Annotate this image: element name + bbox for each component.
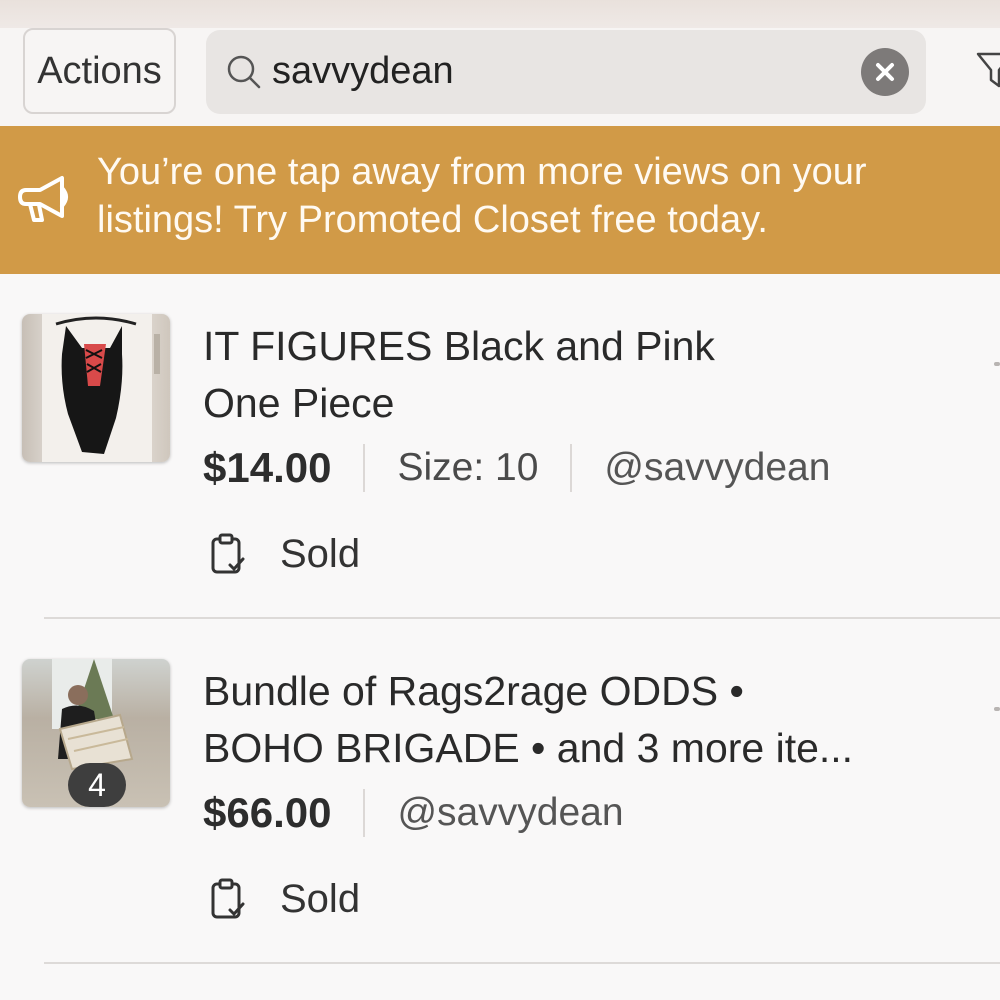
- seller-username[interactable]: @savvydean: [397, 791, 623, 835]
- close-icon: [876, 63, 894, 81]
- list-item[interactable]: IT FIGURES Black and Pink One Piece $14.…: [0, 274, 1000, 619]
- listing-status: Sold: [210, 528, 360, 580]
- actions-button[interactable]: Actions: [23, 28, 176, 114]
- listing-title-line-2: One Piece: [203, 380, 395, 426]
- filter-icon[interactable]: [975, 48, 1000, 92]
- clipboard-check-icon: [211, 878, 245, 919]
- search-icon: [227, 55, 261, 89]
- listing-thumbnail[interactable]: 4: [22, 659, 170, 807]
- listing-meta: $14.00 Size: 10 @savvydean: [203, 440, 830, 496]
- menu-edge-mark: [994, 362, 1000, 366]
- listing-title-line-1: IT FIGURES Black and Pink: [203, 323, 715, 369]
- divider: [363, 444, 366, 492]
- clipboard-check-icon: [211, 533, 245, 574]
- listing-price: $66.00: [203, 789, 332, 836]
- clear-search-button[interactable]: [861, 48, 909, 96]
- row-divider: [44, 962, 1000, 964]
- sold-status: Sold: [280, 531, 361, 576]
- listing-status: Sold: [210, 873, 360, 925]
- status-bar-strip: [0, 0, 1000, 28]
- sold-status: Sold: [280, 876, 361, 921]
- search-input[interactable]: savvydean: [272, 46, 454, 96]
- image-count-badge: 4: [68, 763, 126, 807]
- seller-username[interactable]: @savvydean: [604, 446, 830, 490]
- divider: [570, 444, 573, 492]
- megaphone-icon: [18, 176, 68, 222]
- top-toolbar: Actions savvydean: [0, 28, 1000, 126]
- banner-line-1: You’re one tap away from more views on y…: [97, 151, 867, 193]
- list-item[interactable]: 4 Bundle of Rags2rage ODDS • BOHO BRIGAD…: [0, 619, 1000, 964]
- listing-price: $14.00: [203, 444, 332, 491]
- listings-list: IT FIGURES Black and Pink One Piece $14.…: [0, 274, 1000, 1000]
- banner-message: You’re one tap away from more views on y…: [97, 148, 997, 244]
- swimsuit-image: [42, 314, 160, 462]
- listing-thumbnail[interactable]: [22, 314, 170, 462]
- divider: [363, 789, 366, 837]
- banner-line-2: listings! Try Promoted Closet free today…: [97, 199, 768, 241]
- listing-title[interactable]: Bundle of Rags2rage ODDS • BOHO BRIGADE …: [203, 663, 993, 777]
- listing-size: Size: 10: [397, 446, 539, 489]
- listing-title[interactable]: IT FIGURES Black and Pink One Piece: [203, 318, 993, 432]
- listing-title-line-1: Bundle of Rags2rage ODDS •: [203, 668, 744, 714]
- menu-edge-mark: [994, 707, 1000, 711]
- listing-meta: $66.00 @savvydean: [203, 785, 624, 841]
- promoted-closet-banner[interactable]: You’re one tap away from more views on y…: [0, 126, 1000, 274]
- listing-title-line-2: BOHO BRIGADE • and 3 more ite...: [203, 725, 854, 771]
- search-field[interactable]: savvydean: [206, 30, 926, 114]
